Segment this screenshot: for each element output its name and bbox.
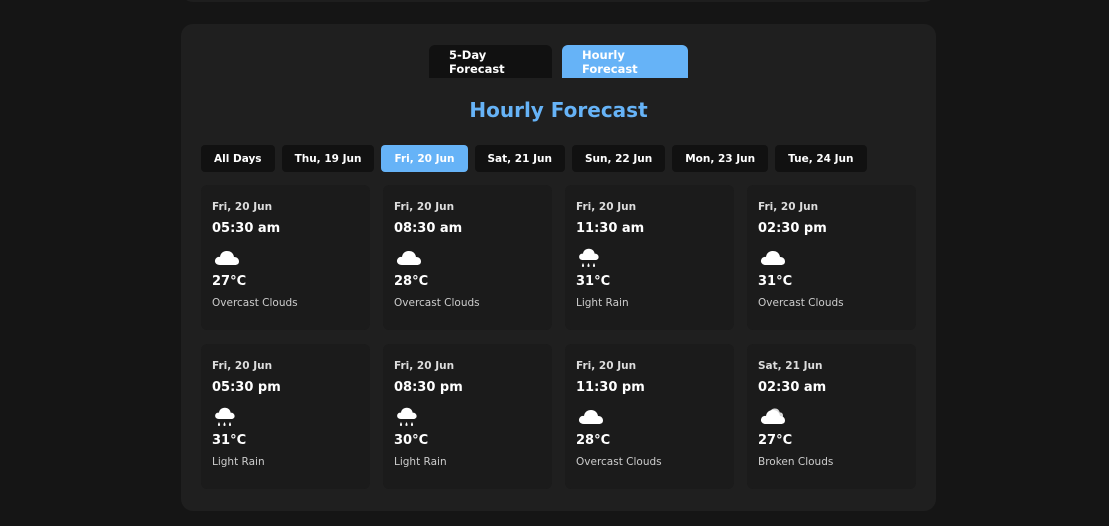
rain-cloud-icon: [212, 402, 242, 432]
card-time: 02:30 am: [758, 380, 827, 395]
card-date: Fri, 20 Jun: [212, 201, 273, 213]
card-description: Overcast Clouds: [576, 456, 662, 468]
previous-panel-edge: [181, 0, 936, 2]
card-time: 08:30 pm: [394, 380, 463, 395]
card-temperature: 28°C: [576, 433, 611, 448]
card-description: Broken Clouds: [758, 456, 834, 468]
card-date: Sat, 21 Jun: [758, 360, 823, 372]
cloud-icon: [394, 243, 424, 273]
card-temperature: 27°C: [758, 433, 793, 448]
day-filter-all-days[interactable]: All Days: [201, 145, 275, 172]
hourly-forecast-panel: 5-Day Forecast Hourly Forecast Hourly Fo…: [181, 24, 936, 511]
cloud-icon: [212, 243, 242, 273]
forecast-card: Fri, 20 Jun 02:30 pm 31°C Overcast Cloud…: [747, 185, 916, 330]
card-time: 02:30 pm: [758, 221, 827, 236]
card-temperature: 30°C: [394, 433, 429, 448]
card-date: Fri, 20 Jun: [576, 360, 637, 372]
forecast-card: Fri, 20 Jun 08:30 pm 30°C Light Rain: [383, 344, 552, 489]
forecast-card: Fri, 20 Jun 08:30 am 28°C Overcast Cloud…: [383, 185, 552, 330]
cloud-icon: [576, 402, 606, 432]
card-temperature: 31°C: [758, 274, 793, 289]
card-description: Overcast Clouds: [758, 297, 844, 309]
card-temperature: 31°C: [576, 274, 611, 289]
tab-hourly-forecast[interactable]: Hourly Forecast: [562, 45, 688, 78]
card-date: Fri, 20 Jun: [394, 360, 455, 372]
tab-5-day-forecast[interactable]: 5-Day Forecast: [429, 45, 552, 78]
card-date: Fri, 20 Jun: [576, 201, 637, 213]
view-tabs: 5-Day Forecast Hourly Forecast: [429, 45, 688, 78]
card-temperature: 28°C: [394, 274, 429, 289]
card-description: Light Rain: [394, 456, 447, 468]
forecast-card: Fri, 20 Jun 11:30 am 31°C Light Rain: [565, 185, 734, 330]
card-description: Light Rain: [212, 456, 265, 468]
forecast-card: Fri, 20 Jun 05:30 am 27°C Overcast Cloud…: [201, 185, 370, 330]
rain-cloud-icon: [394, 402, 424, 432]
card-time: 05:30 pm: [212, 380, 281, 395]
card-time: 05:30 am: [212, 221, 281, 236]
section-title: Hourly Forecast: [469, 98, 648, 122]
card-time: 11:30 pm: [576, 380, 645, 395]
forecast-card: Fri, 20 Jun 05:30 pm 31°C Light Rain: [201, 344, 370, 489]
card-time: 11:30 am: [576, 221, 645, 236]
day-filter-tue-24-jun[interactable]: Tue, 24 Jun: [775, 145, 867, 172]
day-filter-fri-20-jun[interactable]: Fri, 20 Jun: [381, 145, 468, 172]
day-filter-thu-19-jun[interactable]: Thu, 19 Jun: [281, 145, 375, 172]
cloud-icon: [758, 243, 788, 273]
day-filter-sun-22-jun[interactable]: Sun, 22 Jun: [571, 145, 666, 172]
card-description: Overcast Clouds: [394, 297, 480, 309]
card-temperature: 31°C: [212, 433, 247, 448]
card-time: 08:30 am: [394, 221, 463, 236]
day-filter-sat-21-jun[interactable]: Sat, 21 Jun: [474, 145, 565, 172]
day-filter-mon-23-jun[interactable]: Mon, 23 Jun: [672, 145, 769, 172]
card-temperature: 27°C: [212, 274, 247, 289]
forecast-grid: Fri, 20 Jun 05:30 am 27°C Overcast Cloud…: [201, 185, 916, 489]
card-date: Fri, 20 Jun: [394, 201, 455, 213]
rain-cloud-icon: [576, 243, 606, 273]
broken-clouds-icon: [758, 402, 788, 432]
forecast-card: Sat, 21 Jun 02:30 am 27°C Broken Clouds: [747, 344, 916, 489]
day-filters: All Days Thu, 19 Jun Fri, 20 Jun Sat, 21…: [201, 145, 867, 172]
card-date: Fri, 20 Jun: [758, 201, 819, 213]
card-description: Light Rain: [576, 297, 629, 309]
card-description: Overcast Clouds: [212, 297, 298, 309]
forecast-card: Fri, 20 Jun 11:30 pm 28°C Overcast Cloud…: [565, 344, 734, 489]
card-date: Fri, 20 Jun: [212, 360, 273, 372]
